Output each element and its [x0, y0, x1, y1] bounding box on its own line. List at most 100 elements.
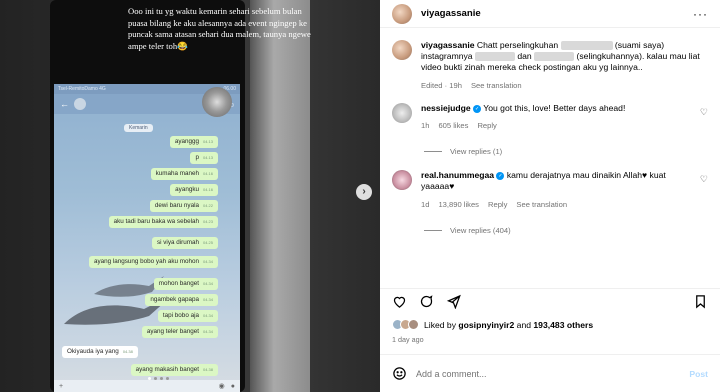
- chat-message: aku tadi baru baka wa sebelah 04.23: [108, 216, 218, 228]
- caption-meta: Edited · 19h See translation: [421, 80, 708, 91]
- caption-dan: dan: [517, 51, 532, 62]
- chat-message: ngambek gapapa 04.34: [145, 294, 218, 306]
- like-comment-icon[interactable]: ♡: [700, 170, 708, 210]
- chat-input-bar: + ◉ ●: [54, 380, 240, 392]
- chat-message: ayangku 04.16: [170, 184, 218, 196]
- redacted-name: [534, 52, 575, 62]
- background-door: [250, 0, 310, 392]
- carousel-dot: [148, 377, 151, 380]
- author-avatar[interactable]: [392, 3, 412, 24]
- post-timestamp[interactable]: 1 day ago: [392, 335, 424, 344]
- liked-by-count[interactable]: 193,483 others: [533, 320, 593, 330]
- heart-icon[interactable]: [392, 294, 407, 309]
- comment-likes[interactable]: 605 likes: [438, 120, 468, 131]
- carousel-dot: [166, 377, 169, 380]
- liked-by-user[interactable]: gosipnyinyir2: [458, 320, 514, 330]
- comment-body: nessiejudge ✓ You got this, love! Better…: [421, 103, 691, 131]
- verified-badge-icon: ✓: [473, 104, 482, 113]
- view-replies-link[interactable]: View replies (1): [424, 147, 708, 156]
- post-header: viyagassanie ···: [380, 0, 720, 28]
- carrier-label: Tsel-RemitoDamo 4G: [58, 86, 106, 92]
- redacted-name: [560, 41, 613, 51]
- carousel-dot: [154, 377, 157, 380]
- chat-message: p 04.13: [190, 152, 218, 164]
- chat-message: ayang makasih banget 04.38: [130, 364, 218, 376]
- censor-blur: [202, 87, 232, 117]
- chat-message: kumaha maneh 04.16: [150, 168, 218, 180]
- see-translation-link[interactable]: See translation: [471, 80, 522, 91]
- view-replies-label[interactable]: View replies (404): [450, 226, 511, 235]
- replies-divider: [424, 151, 442, 153]
- caption-suami: (suami saya): [614, 40, 665, 50]
- add-comment-bar: Post: [380, 354, 720, 392]
- add-comment-input[interactable]: [416, 368, 690, 379]
- actions-divider: [380, 288, 720, 289]
- like-comment-icon[interactable]: ♡: [700, 103, 708, 131]
- reply-link[interactable]: Reply: [477, 120, 496, 131]
- back-arrow-icon: ←: [60, 99, 69, 109]
- commenter-avatar[interactable]: [392, 102, 412, 123]
- comment-body: real.hanummegaa ✓ kamu derajatnya mau di…: [421, 170, 691, 210]
- replies-divider: [424, 229, 442, 231]
- chat-message: ayanggg 04.13: [169, 136, 218, 148]
- carousel-dots: [148, 377, 169, 380]
- date-chip: Kemarin: [124, 124, 153, 132]
- comment-row: nessiejudge ✓ You got this, love! Better…: [392, 102, 708, 131]
- view-replies-label[interactable]: View replies (1): [450, 147, 502, 156]
- comment-text: You got this, love! Better days ahead!: [483, 102, 626, 113]
- chat-message-incoming: Okiyauda iya yang 04.38: [62, 346, 138, 358]
- caption-ig: instagramnya: [421, 51, 473, 62]
- chat-message: si viya dirumah 04.25: [151, 237, 218, 249]
- media-pane: Tsel-RemitoDamo 4G 06.00 ← ▭ Kemarin aya…: [0, 0, 380, 392]
- share-icon[interactable]: [446, 294, 461, 309]
- comment-icon[interactable]: [419, 294, 434, 309]
- comment-time: 1d: [421, 199, 430, 209]
- post-actions-bar: [392, 292, 708, 310]
- liked-by-mid: and: [516, 319, 532, 330]
- bookmark-icon[interactable]: [693, 294, 708, 309]
- post-details-panel: viyagassanie ··· viyagassanie Chatt pers…: [380, 0, 720, 392]
- commenter-username[interactable]: nessiejudge: [421, 103, 471, 113]
- liked-by-prefix: Liked by: [424, 319, 457, 330]
- caption-avatar[interactable]: [392, 40, 412, 60]
- carousel-dot: [160, 377, 163, 380]
- comment-meta: 1d 13,890 likes Reply See translation: [421, 199, 691, 210]
- chat-message: dewi baru nyala 04.22: [149, 200, 218, 212]
- comment-likes[interactable]: 13,890 likes: [438, 199, 479, 210]
- chat-avatar: [74, 98, 86, 110]
- media-caption-overlay: Ooo ini tu yg waktu kemarin sehari sebel…: [128, 6, 311, 51]
- chat-screenshot: Tsel-RemitoDamo 4G 06.00 ← ▭ Kemarin aya…: [54, 84, 240, 392]
- caption-selingkuh: (selingkuhannya).: [576, 51, 645, 62]
- instagram-post-view: Tsel-RemitoDamo 4G 06.00 ← ▭ Kemarin aya…: [0, 0, 720, 392]
- comment-time: 1h: [421, 121, 430, 131]
- caption-text: Chatt perselingkuhan: [476, 40, 559, 50]
- comment-row: real.hanummegaa ✓ kamu derajatnya mau di…: [392, 170, 708, 210]
- verified-badge-icon: ✓: [496, 171, 505, 180]
- caption-body: viyagassanie Chatt perselingkuhan (suami…: [421, 40, 708, 91]
- commenter-username[interactable]: real.hanummegaa: [421, 170, 494, 180]
- caption-username[interactable]: viyagassanie: [421, 40, 475, 50]
- more-options-icon[interactable]: ···: [693, 7, 708, 21]
- next-slide-button[interactable]: ›: [356, 184, 372, 200]
- chat-message: ayang langsung bobo yah aku mohon 04.34: [88, 256, 218, 268]
- redacted-name: [474, 52, 515, 62]
- reply-link[interactable]: Reply: [488, 199, 507, 210]
- plus-icon: +: [59, 382, 64, 390]
- commenter-avatar[interactable]: [392, 170, 412, 191]
- mic-icon: ●: [230, 382, 235, 390]
- chat-message: mohon banget 04.34: [153, 278, 218, 290]
- liked-by-avatars[interactable]: [392, 319, 419, 330]
- emoji-icon[interactable]: [392, 366, 407, 381]
- liked-by-row: Liked by gosipnyinyir2 and 193,483 other…: [392, 319, 593, 330]
- author-username[interactable]: viyagassanie: [421, 8, 481, 19]
- comments-list[interactable]: viyagassanie Chatt perselingkuhan (suami…: [380, 28, 720, 288]
- caption-edited-time: Edited · 19h: [421, 80, 462, 90]
- view-replies-link[interactable]: View replies (404): [424, 226, 708, 235]
- chat-message: tapi bobo aja 04.34: [157, 310, 218, 322]
- post-comment-button[interactable]: Post: [689, 369, 708, 379]
- comment-meta: 1h 605 likes Reply: [421, 120, 691, 131]
- camera-icon: ◉: [218, 383, 225, 390]
- caption-row: viyagassanie Chatt perselingkuhan (suami…: [392, 40, 708, 91]
- see-translation-link[interactable]: See translation: [516, 199, 567, 210]
- chat-message: ayang teler banget 04.34: [141, 326, 218, 338]
